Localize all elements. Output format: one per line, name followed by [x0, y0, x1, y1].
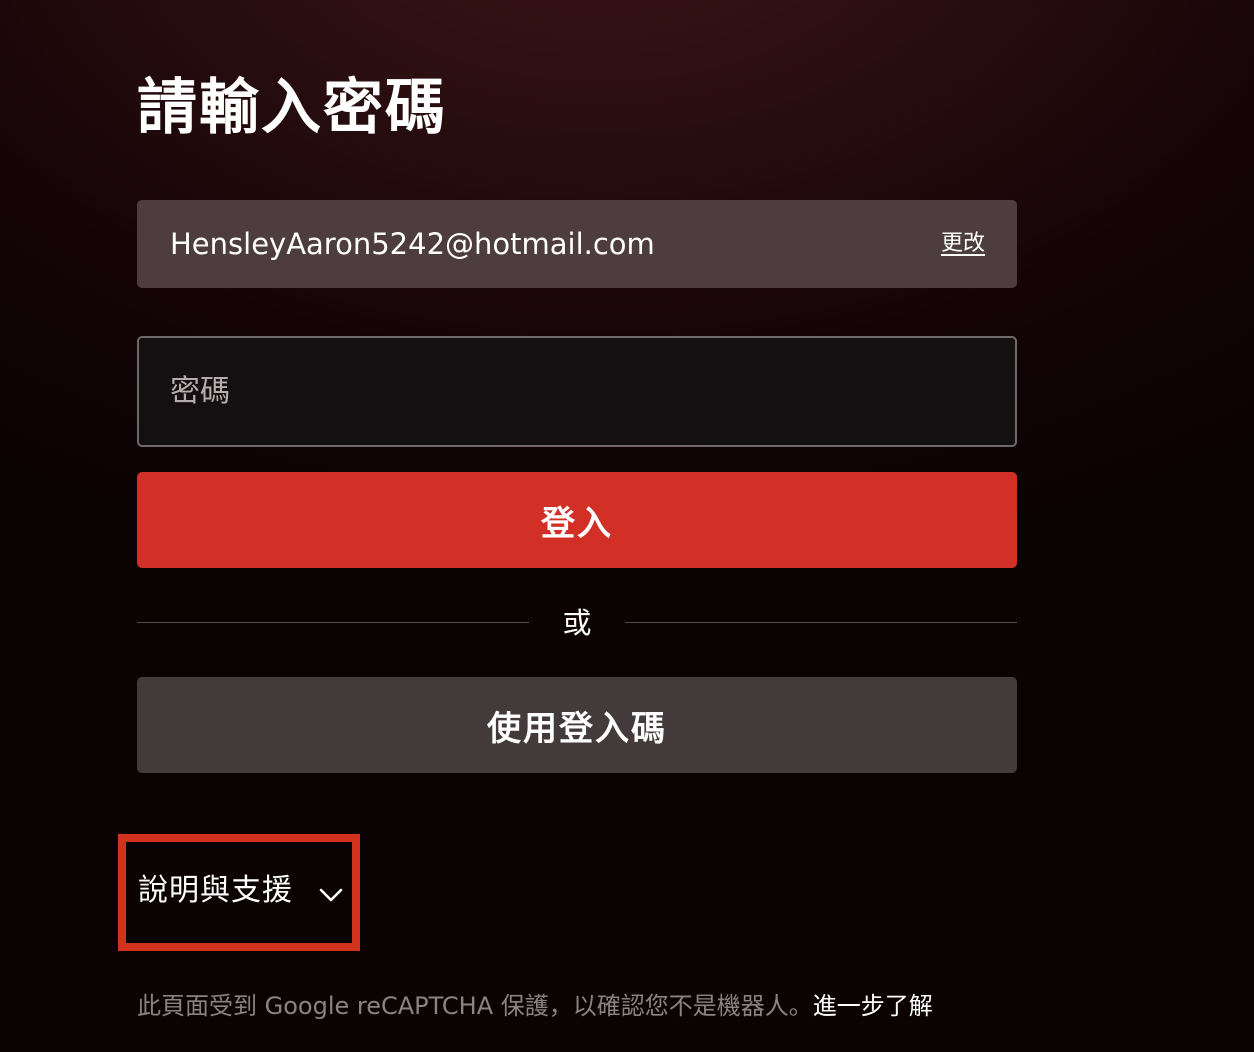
email-text: HensleyAaron5242@hotmail.com: [170, 227, 655, 261]
login-button[interactable]: 登入: [137, 472, 1017, 568]
learn-more-link[interactable]: 進一步了解: [813, 992, 933, 1020]
recaptcha-notice: 此頁面受到 Google reCAPTCHA 保護，以確認您不是機器人。進一步了…: [137, 986, 933, 1026]
help-support-toggle[interactable]: 說明與支援: [118, 834, 360, 951]
use-sign-in-code-button[interactable]: 使用登入碼: [137, 677, 1017, 773]
divider-line-right: [625, 622, 1017, 623]
divider-line-left: [137, 622, 529, 623]
chevron-down-icon: [319, 888, 343, 902]
page-title: 請輸入密碼: [137, 73, 447, 143]
divider-text: 或: [562, 606, 592, 640]
password-input[interactable]: [137, 336, 1017, 447]
help-support-label: 說明與支援: [138, 873, 293, 908]
email-display: HensleyAaron5242@hotmail.com 更改: [137, 200, 1017, 288]
change-email-link[interactable]: 更改: [941, 200, 985, 288]
recaptcha-text: 此頁面受到 Google reCAPTCHA 保護，以確認您不是機器人。: [137, 992, 813, 1020]
